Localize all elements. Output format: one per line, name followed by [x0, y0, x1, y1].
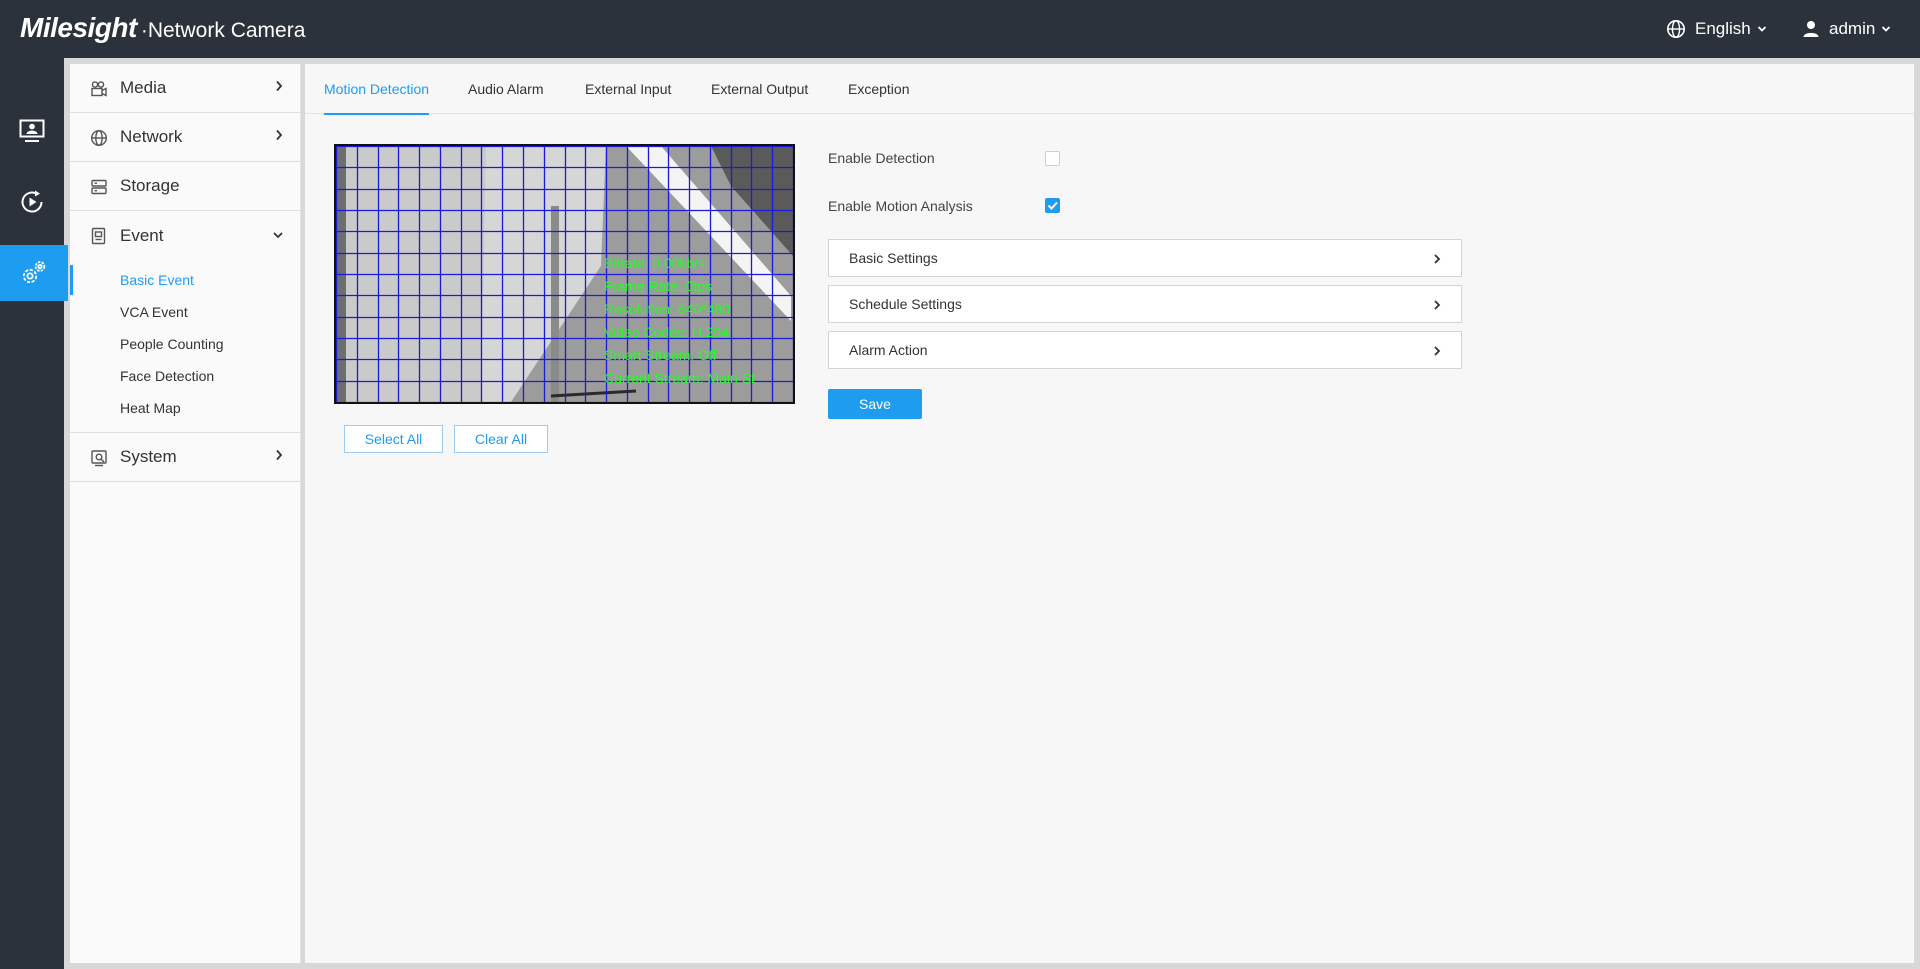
section-label: Schedule Settings	[849, 296, 962, 312]
storage-icon	[91, 179, 107, 195]
save-button[interactable]: Save	[828, 389, 922, 419]
submenu-item-vca-event[interactable]: VCA Event	[70, 296, 300, 328]
motion-area-preview[interactable]: Bitrate: 0.00kb/s Frame Rate: 0fps Resol…	[334, 144, 795, 404]
event-submenu: Basic Event VCA Event People Counting Fa…	[70, 260, 300, 433]
top-bar: Milesight ·Network Camera English admin	[0, 0, 1920, 58]
logo: Milesight ·Network Camera	[20, 12, 305, 46]
chevron-right-icon	[1434, 254, 1441, 264]
chevron-right-icon	[276, 80, 283, 92]
username: admin	[1829, 19, 1876, 38]
menu-group-event[interactable]: Event	[70, 211, 300, 260]
menu-label-storage: Storage	[120, 176, 180, 195]
submenu-item-face-detection[interactable]: Face Detection	[70, 360, 300, 392]
enable-motion-analysis-label: Enable Motion Analysis	[828, 198, 973, 214]
select-all-button[interactable]: Select All	[344, 425, 443, 453]
menu-label-event: Event	[120, 225, 164, 245]
submenu-item-people-counting[interactable]: People Counting	[70, 328, 300, 360]
brand-name: Milesight	[20, 12, 137, 43]
osd-frame-rate: Frame Rate: 0fps	[604, 278, 713, 294]
language-selector[interactable]: English	[1666, 17, 1776, 41]
settings-menu: Media Network Storage Event Basic Event …	[70, 64, 301, 963]
language-label: English	[1695, 19, 1751, 38]
globe-icon	[90, 129, 108, 147]
menu-label-system: System	[120, 447, 177, 466]
menu-group-media[interactable]: Media	[70, 64, 300, 113]
osd-smart-stream: Smart Stream: Off	[604, 347, 717, 363]
osd-resolution: Resolution: 640*480	[604, 301, 731, 317]
product-name: ·Network Camera	[140, 19, 306, 42]
chevron-down-icon	[273, 232, 283, 239]
submenu-item-basic-event[interactable]: Basic Event	[70, 264, 300, 296]
tab-external-input[interactable]: External Input	[585, 64, 671, 114]
chevron-right-icon	[1434, 346, 1441, 356]
chevron-right-icon	[276, 129, 283, 141]
osd-current-stream: Current Stream: Main St	[604, 370, 755, 386]
enable-detection-label: Enable Detection	[828, 150, 935, 166]
camera-icon	[91, 81, 107, 97]
globe-icon	[1667, 20, 1685, 38]
tab-external-output[interactable]: External Output	[711, 64, 808, 114]
live-view-icon	[19, 119, 45, 142]
enable-detection-checkbox[interactable]	[1045, 151, 1060, 166]
section-label: Alarm Action	[849, 342, 928, 358]
schedule-settings-section[interactable]: Schedule Settings	[828, 285, 1462, 323]
chevron-down-icon	[1882, 26, 1891, 32]
menu-label-network: Network	[120, 127, 183, 146]
menu-group-network[interactable]: Network	[70, 113, 300, 162]
submenu-item-heat-map[interactable]: Heat Map	[70, 392, 300, 424]
system-icon	[91, 450, 107, 467]
checkmark-icon	[1047, 201, 1058, 210]
chevron-right-icon	[1434, 300, 1441, 310]
tab-exception[interactable]: Exception	[848, 64, 909, 114]
chevron-down-icon	[1757, 26, 1766, 32]
playback-icon	[21, 190, 43, 213]
menu-group-storage[interactable]: Storage	[70, 162, 300, 211]
main-content: Motion Detection Audio Alarm External In…	[305, 64, 1914, 963]
event-tabs: Motion Detection Audio Alarm External In…	[305, 64, 1914, 115]
enable-motion-analysis-checkbox[interactable]	[1045, 198, 1060, 213]
icon-rail	[0, 58, 68, 969]
menu-label-media: Media	[120, 78, 167, 97]
osd-bitrate: Bitrate: 0.00kb/s	[604, 255, 706, 271]
menu-group-system[interactable]: System	[70, 433, 300, 482]
tab-motion-detection[interactable]: Motion Detection	[324, 64, 430, 115]
chevron-right-icon	[276, 449, 283, 461]
osd-video-codec: Video Codec: H.264	[604, 324, 730, 340]
settings-icon	[22, 261, 46, 284]
rail-item-settings[interactable]	[0, 245, 68, 301]
osd-overlay: Bitrate: 0.00kb/s Frame Rate: 0fps Resol…	[604, 252, 755, 390]
section-label: Basic Settings	[849, 250, 938, 266]
basic-settings-section[interactable]: Basic Settings	[828, 239, 1462, 277]
rail-item-playback[interactable]	[0, 174, 64, 230]
event-icon	[91, 227, 106, 245]
clear-all-button[interactable]: Clear All	[454, 425, 548, 453]
user-menu[interactable]: admin	[1802, 17, 1900, 41]
rail-item-live-view[interactable]	[0, 103, 64, 159]
alarm-action-section[interactable]: Alarm Action	[828, 331, 1462, 369]
user-icon	[1803, 21, 1819, 37]
tab-audio-alarm[interactable]: Audio Alarm	[468, 64, 543, 114]
